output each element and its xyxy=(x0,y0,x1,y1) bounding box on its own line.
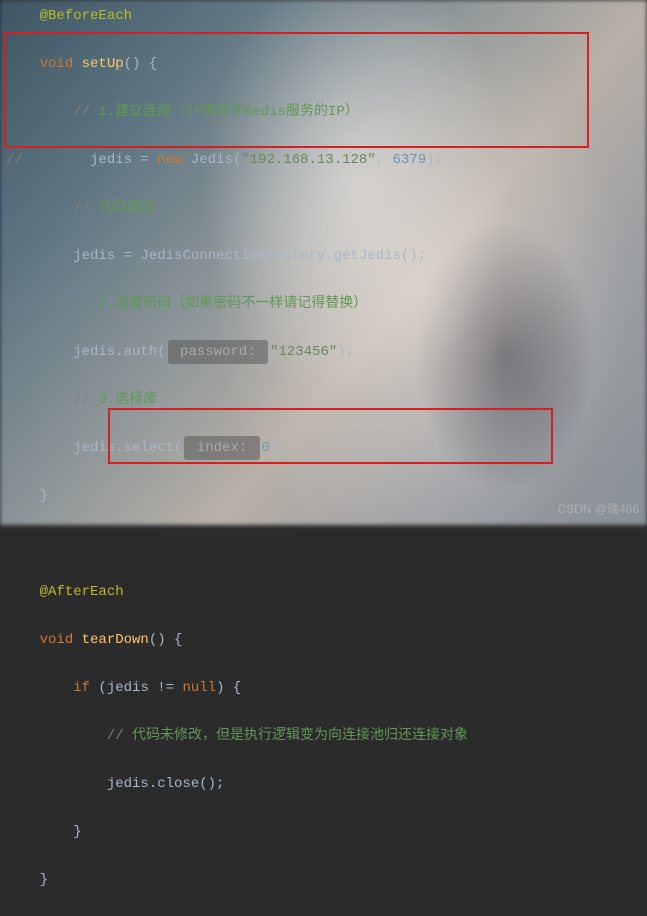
assign-old: jedis = xyxy=(90,152,157,168)
brace-close: } xyxy=(40,488,48,504)
code-editor[interactable]: @BeforeEach void setUp() { // 1.建立连接（IP换… xyxy=(0,0,647,916)
keyword-null: null xyxy=(182,680,216,696)
number-port: 6379 xyxy=(393,152,427,168)
ctor-call: Jedis( xyxy=(182,152,241,168)
comment: // xyxy=(73,296,98,312)
comment: // xyxy=(73,200,98,216)
punc: () { xyxy=(124,56,158,72)
comment-marker: // xyxy=(6,152,23,168)
keyword-if: if xyxy=(73,680,90,696)
keyword-void: void xyxy=(40,56,74,72)
select-call: jedis.select( xyxy=(73,440,182,456)
comment-text: 代码未修改，但是执行逻辑变为向连接池归还连接对象 xyxy=(132,728,468,744)
auth-call: jedis.auth( xyxy=(73,344,165,360)
comment: // xyxy=(73,392,98,408)
method-name-setup: setUp xyxy=(82,56,124,72)
annotation-before-each: @BeforeEach xyxy=(40,8,132,24)
brace-close: } xyxy=(40,872,48,888)
comment: // xyxy=(107,728,132,744)
close-call: jedis.close(); xyxy=(107,776,225,792)
string-password: "123456" xyxy=(270,344,337,360)
if-open: ) { xyxy=(216,680,241,696)
punc: () { xyxy=(149,632,183,648)
comment-text: 2.设置密码（如果密码不一样请记得替换） xyxy=(98,296,367,312)
string-ip: "192.168.13.128" xyxy=(241,152,375,168)
param-hint-index: index: xyxy=(184,436,259,460)
comment-text: 代码改造 xyxy=(98,200,154,216)
method-getjedis: getJedis xyxy=(334,248,401,264)
select-end: ); xyxy=(270,440,287,456)
comment-text: 3.选择库 xyxy=(98,392,157,408)
if-cond: (jedis != xyxy=(90,680,182,696)
annotation-after-each: @AfterEach xyxy=(40,584,124,600)
method-name-teardown: tearDown xyxy=(82,632,149,648)
close: ); xyxy=(426,152,443,168)
call-end: (); xyxy=(401,248,426,264)
brace-close: } xyxy=(73,824,81,840)
watermark: CSDN @瑞486 xyxy=(557,497,639,521)
param-hint-password: password: xyxy=(168,340,268,364)
auth-end: ); xyxy=(337,344,354,360)
assign-new: jedis = xyxy=(73,248,140,264)
comment: // xyxy=(73,104,98,120)
number-zero: 0 xyxy=(262,440,270,456)
keyword-void: void xyxy=(40,632,74,648)
comma: , xyxy=(376,152,393,168)
type-factory: JedisConnectionFactory xyxy=(140,248,325,264)
comment-text: 1.建立连接（IP换成你Redis服务的IP） xyxy=(98,104,358,120)
dot: . xyxy=(325,248,333,264)
keyword-new: new xyxy=(157,152,182,168)
